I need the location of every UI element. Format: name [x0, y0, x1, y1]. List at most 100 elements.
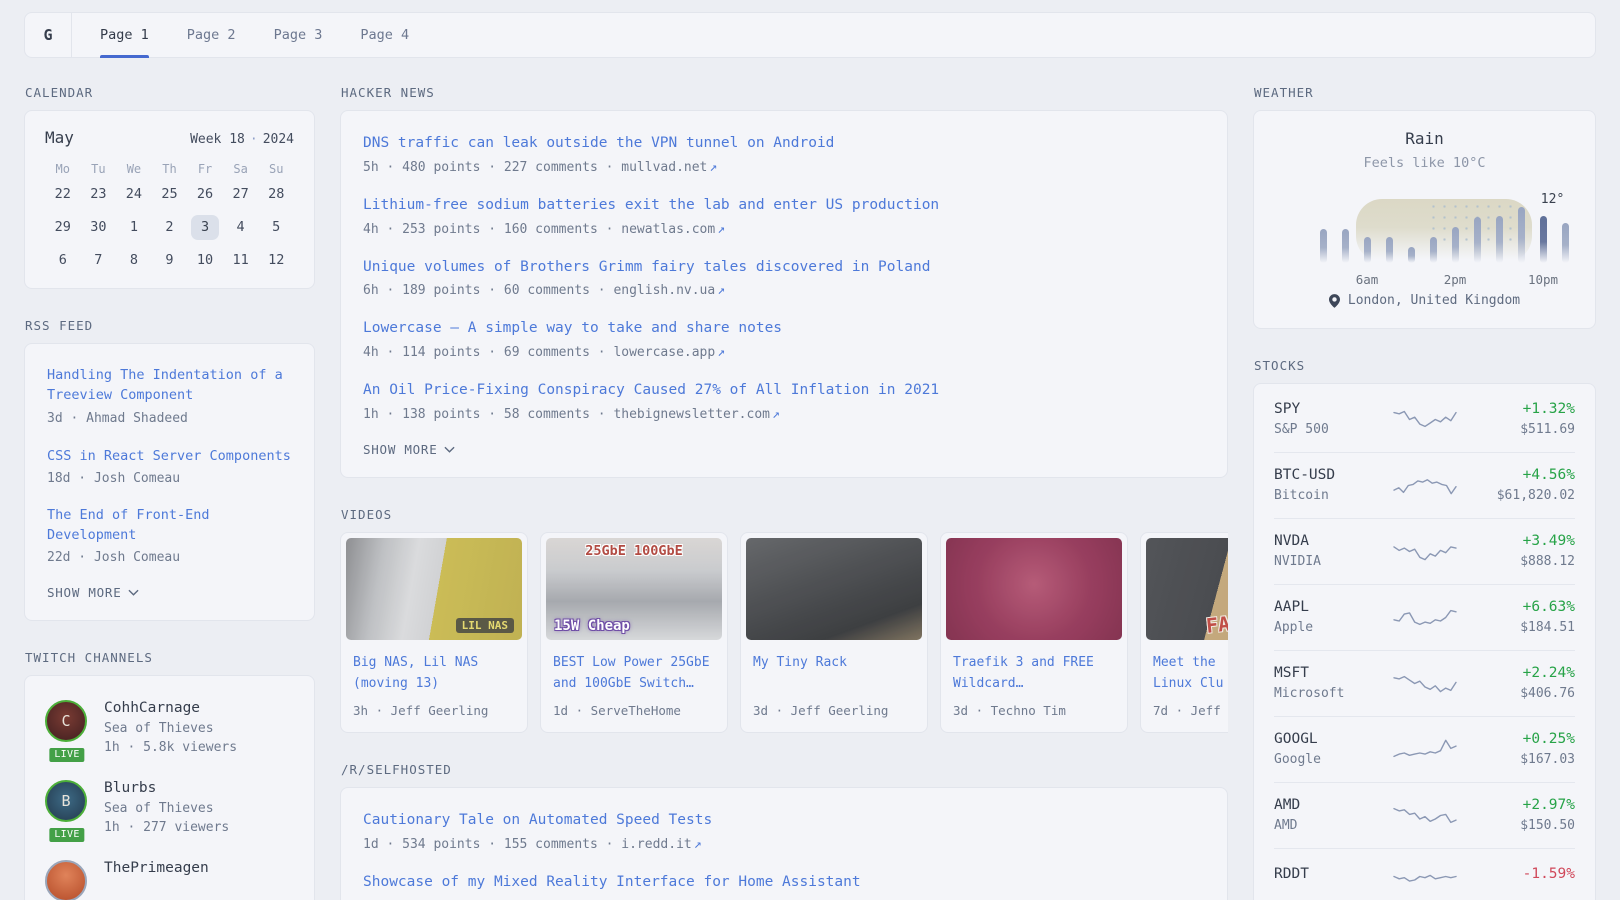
reddit-item-title[interactable]: Showcase of my Mixed Reality Interface f…	[363, 872, 861, 894]
section-label-hackernews: HACKER NEWS	[341, 85, 1228, 100]
calendar-week-year: Week 18·2024	[190, 132, 294, 147]
twitch-channel-name[interactable]: Blurbs	[104, 780, 229, 796]
calendar-day: 6	[45, 248, 81, 273]
video-title[interactable]: Traefik 3 and FREE Wildcard…	[941, 645, 1127, 695]
stock-change-percent: +2.24%	[1456, 665, 1576, 681]
hackernews-show-more[interactable]: SHOW MORE	[363, 442, 1205, 457]
stock-row[interactable]: MSFT Microsoft +2.24% $406.76	[1274, 650, 1575, 716]
calendar-day: 25	[152, 182, 188, 207]
weather-hour-column: 6am	[1356, 201, 1378, 263]
location-pin-icon	[1329, 294, 1340, 308]
page-tab[interactable]: Page 4	[360, 13, 409, 57]
rss-item: The End of Front-End Development 22d · J…	[47, 505, 292, 566]
video-card[interactable]: My Tiny Rack 3d · Jeff Geerling	[740, 532, 928, 733]
calendar-day: 30	[81, 215, 117, 240]
reddit-item: Cautionary Tale on Automated Speed Tests…	[363, 809, 1205, 852]
video-thumbnail[interactable]: 25GbE 100GbE 15W Cheap	[546, 538, 722, 640]
rss-show-more[interactable]: SHOW MORE	[47, 585, 292, 600]
video-title[interactable]: Meet the Linux Clu	[1141, 645, 1228, 695]
twitch-channel-row[interactable]: B LIVE Blurbs Sea of Thieves 1h · 277 vi…	[45, 780, 294, 838]
video-card[interactable]: 25GbE 100GbE 15W Cheap BEST Low Power 25…	[540, 532, 728, 733]
calendar-day: 22	[45, 182, 81, 207]
stock-change-percent: +3.49%	[1456, 533, 1576, 549]
hackernews-item-title[interactable]: Lowercase – A simple way to take and sha…	[363, 318, 782, 340]
video-card[interactable]: FAS Meet the Linux Clu 7d · Jeff Geerlin…	[1140, 532, 1228, 733]
avatar: C	[45, 700, 87, 742]
top-navigation: G Page 1 Page 2 Page 3 Page 4	[24, 12, 1596, 58]
stock-price: $150.50	[1456, 818, 1576, 833]
hackernews-item-title[interactable]: An Oil Price-Fixing Conspiracy Caused 27…	[363, 380, 939, 402]
stock-change-percent: +1.32%	[1456, 401, 1576, 417]
stock-row[interactable]: SPY S&P 500 +1.32% $511.69	[1274, 387, 1575, 452]
video-thumbnail[interactable]	[946, 538, 1122, 640]
rss-section: RSS FEED Handling The Indentation of a T…	[24, 318, 315, 621]
page-tab[interactable]: Page 2	[187, 13, 236, 57]
dashboard-columns: CALENDAR May Week 18·2024 MoTuWeThFrSaSu…	[0, 85, 1620, 900]
thumbnail-badge: FAS	[1205, 610, 1228, 638]
calendar-day-name: Fr	[187, 162, 223, 176]
rss-item-title[interactable]: Handling The Indentation of a Treeview C…	[47, 365, 292, 406]
calendar-days: 222324252627282930123456789101112	[45, 182, 294, 273]
page-tab[interactable]: Page 3	[274, 13, 323, 57]
stock-row[interactable]: AMD AMD +2.97% $150.50	[1274, 782, 1575, 848]
rss-item-title[interactable]: CSS in React Server Components	[47, 446, 291, 466]
stock-sparkline	[1394, 406, 1456, 432]
hackernews-item-title[interactable]: Unique volumes of Brothers Grimm fairy t…	[363, 257, 930, 279]
video-meta: 3h · Jeff Geerling	[341, 695, 527, 732]
video-title[interactable]: BEST Low Power 25GbE and 100GbE Switch…	[541, 645, 727, 695]
video-thumbnail[interactable]: FAS	[1146, 538, 1228, 640]
video-title[interactable]: My Tiny Rack	[741, 645, 927, 695]
stock-row[interactable]: RDDT -1.59%	[1274, 848, 1575, 900]
avatar	[45, 860, 87, 900]
video-meta: 3d · Jeff Geerling	[741, 695, 927, 732]
stock-row[interactable]: AAPL Apple +6.63% $184.51	[1274, 584, 1575, 650]
twitch-channel-row[interactable]: C LIVE CohhCarnage Sea of Thieves 1h · 5…	[45, 700, 294, 758]
video-thumbnail[interactable]: LIL NAS	[346, 538, 522, 640]
calendar-day: 27	[223, 182, 259, 207]
weather-location: London, United Kingdom	[1278, 293, 1571, 308]
weather-section: WEATHER Rain Feels like 10°C	[1253, 85, 1596, 329]
section-label-selfhosted: /R/SELFHOSTED	[341, 762, 1228, 777]
source-domain: english.nv.ua	[613, 283, 715, 298]
stock-price: $167.03	[1456, 752, 1576, 767]
stock-sparkline	[1394, 604, 1456, 630]
external-link-icon: ↗	[717, 222, 725, 237]
video-card[interactable]: LIL NAS Big NAS, Lil NAS (moving 13) 3h …	[340, 532, 528, 733]
video-title[interactable]: Big NAS, Lil NAS (moving 13)	[341, 645, 527, 695]
stock-price: $888.12	[1456, 554, 1576, 569]
stock-symbol: SPY	[1274, 401, 1394, 417]
app-logo[interactable]: G	[25, 13, 72, 57]
stock-sparkline	[1394, 670, 1456, 696]
reddit-item-title[interactable]: Cautionary Tale on Automated Speed Tests	[363, 810, 712, 832]
calendar-day: 9	[152, 248, 188, 273]
stock-symbol: MSFT	[1274, 665, 1394, 681]
reddit-item-meta: 1d · 534 points · 155 comments · i.redd.…	[363, 837, 1205, 852]
reddit-item: Showcase of my Mixed Reality Interface f…	[363, 871, 1205, 894]
calendar-widget: May Week 18·2024 MoTuWeThFrSaSu 22232425…	[24, 110, 315, 289]
weather-hour-column	[1510, 201, 1532, 263]
video-thumbnail[interactable]	[746, 538, 922, 640]
stock-symbol: RDDT	[1274, 866, 1394, 882]
weather-hour-column: 12° 10pm	[1532, 201, 1554, 263]
stock-symbol: BTC-USD	[1274, 467, 1394, 483]
source-domain: newatlas.com	[621, 222, 715, 237]
calendar-day: 28	[258, 182, 294, 207]
hackernews-item-title[interactable]: Lithium-free sodium batteries exit the l…	[363, 195, 939, 217]
weather-hour-column	[1488, 201, 1510, 263]
page-tab[interactable]: Page 1	[100, 13, 149, 57]
thumbnail-badge: 25GbE 100GbE	[585, 543, 683, 559]
section-label-twitch: TWITCH CHANNELS	[25, 650, 315, 665]
page-tabs: Page 1 Page 2 Page 3 Page 4	[72, 13, 437, 57]
rss-item-title[interactable]: The End of Front-End Development	[47, 505, 292, 546]
twitch-channel-name[interactable]: ThePrimeagen	[104, 860, 209, 876]
stock-row[interactable]: NVDA NVIDIA +3.49% $888.12	[1274, 518, 1575, 584]
stock-row[interactable]: GOOGL Google +0.25% $167.03	[1274, 716, 1575, 782]
hackernews-item-title[interactable]: DNS traffic can leak outside the VPN tun…	[363, 133, 834, 155]
calendar-day: 29	[45, 215, 81, 240]
stock-row[interactable]: BTC-USD Bitcoin +4.56% $61,820.02	[1274, 452, 1575, 518]
video-card[interactable]: Traefik 3 and FREE Wildcard… 3d · Techno…	[940, 532, 1128, 733]
section-label-rss: RSS FEED	[25, 318, 315, 333]
twitch-channel-name[interactable]: CohhCarnage	[104, 700, 237, 716]
twitch-channel-row[interactable]: ThePrimeagen	[45, 860, 294, 900]
calendar-day: 8	[116, 248, 152, 273]
